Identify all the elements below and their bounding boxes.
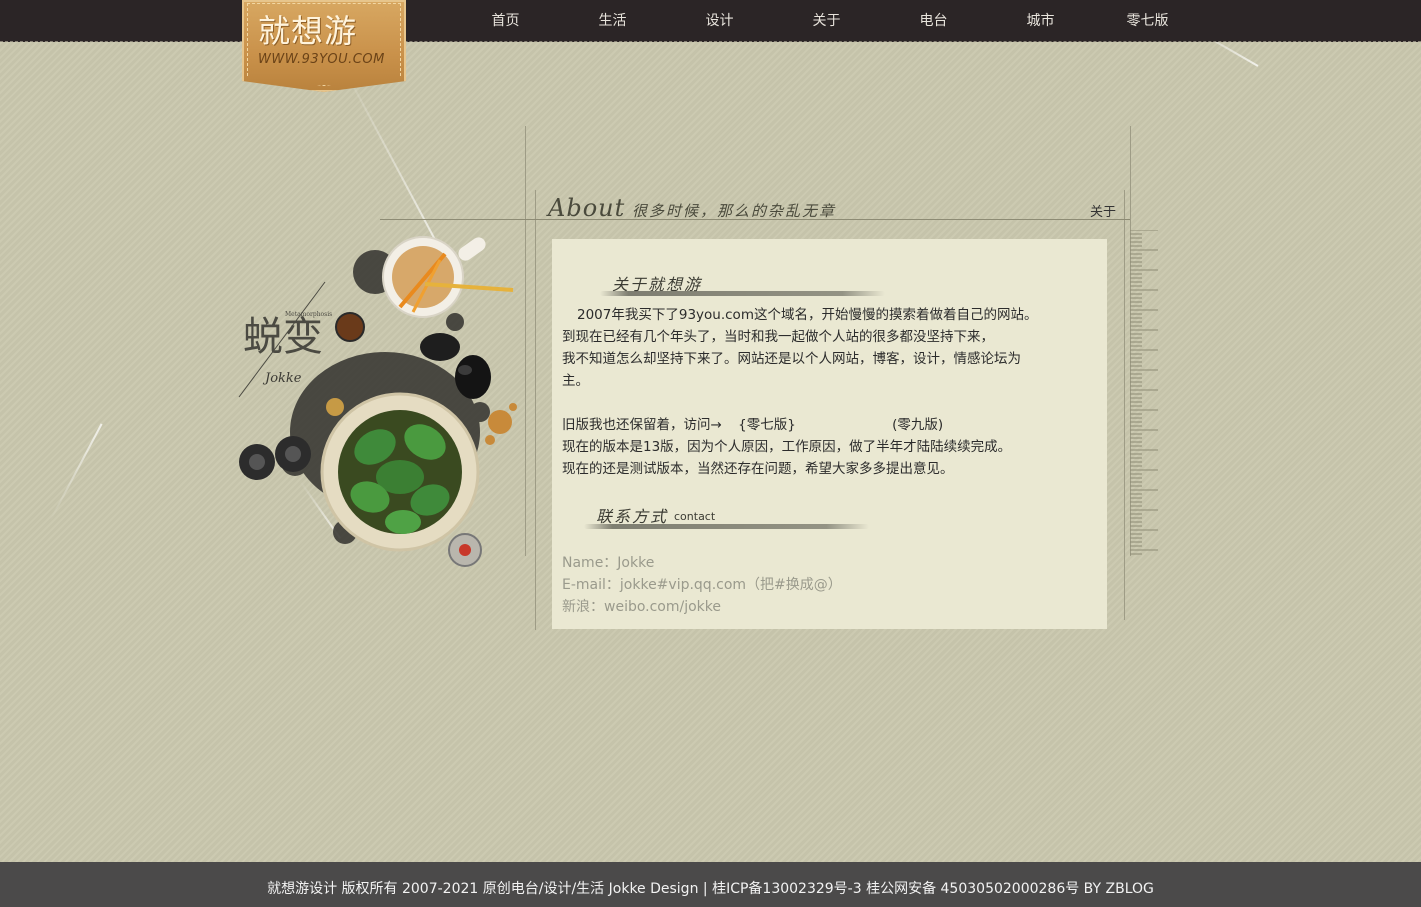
coffee-cup-icon — [382, 236, 514, 318]
about-text-line: 到现在已经有几个年头了，当时和我一起做个人站的很多都没坚持下来， — [562, 329, 994, 345]
old-version-prefix: 旧版我也还保留着，访问→ — [562, 417, 722, 433]
svg-text:蜕变: 蜕变 — [243, 314, 323, 360]
contact-email: E-mail：jokke#vip.qq.com（把#换成@） — [562, 577, 842, 593]
logo-url: WWW.93YOU.COM — [258, 52, 385, 67]
decorative-collage: 蜕变 Metamorphosis Jokke — [238, 236, 517, 567]
light-streak — [49, 423, 103, 522]
svg-text:Jokke: Jokke — [262, 371, 302, 386]
nav-item-life[interactable]: 生活 — [559, 0, 666, 42]
top-navigation-bar: 首页 生活 设计 关于 电台 城市 零七版 — [0, 0, 1421, 42]
nav-item-city[interactable]: 城市 — [987, 0, 1094, 42]
old-version-line: 旧版我也还保留着，访问→ {零七版} (零九版) — [562, 414, 943, 436]
contact-section-subtitle: contact — [674, 510, 716, 523]
svg-text:Metamorphosis: Metamorphosis — [285, 311, 332, 318]
about-text-line: 2007年我买下了93you.com这个域名，开始慢慢的摸索着做着自己的网站。 — [577, 307, 1038, 323]
about-heading-en: About — [548, 194, 626, 222]
main-nav: 首页 生活 设计 关于 电台 城市 零七版 — [452, 0, 1201, 42]
nav-item-07-version[interactable]: 零七版 — [1094, 0, 1201, 42]
contact-weibo-link[interactable]: 新浪：weibo.com/jokke — [562, 596, 721, 618]
frame-divider — [535, 190, 536, 630]
link-09-version[interactable]: (零九版) — [892, 417, 943, 433]
link-07-version[interactable]: {零七版} — [738, 417, 796, 433]
about-text-line: 现在的还是测试版本，当然还存在问题，希望大家多多提出意见。 — [562, 461, 954, 477]
orange-splatter — [485, 403, 517, 445]
about-text-line: 主。 — [562, 373, 589, 389]
footer-copyright: 就想游设计 版权所有 2007-2021 原创电台/设计/生活 Jokke De… — [267, 881, 1154, 897]
frame-divider — [525, 126, 526, 556]
nav-item-radio[interactable]: 电台 — [880, 0, 987, 42]
site-logo[interactable]: 就想游 WWW.93YOU.COM — [242, 0, 406, 92]
about-text-line: 我不知道怎么却坚持下来了。网站还是以个人网站，博客，设计，情感论坛为 — [562, 351, 1021, 367]
title-brush-stroke — [584, 524, 869, 529]
nav-item-home[interactable]: 首页 — [452, 0, 559, 42]
nav-item-about[interactable]: 关于 — [773, 0, 880, 42]
contact-name: Name：Jokke — [562, 555, 655, 571]
ruler-decoration — [1130, 230, 1158, 555]
tape-measure-icon — [448, 533, 482, 567]
site-footer: 就想游设计 版权所有 2007-2021 原创电台/设计/生活 Jokke De… — [0, 862, 1421, 907]
logo-title: 就想游 — [258, 12, 358, 50]
about-heading-tagline: 很多时候，那么的杂乱无章 — [632, 202, 837, 220]
about-corner-label[interactable]: 关于 — [1090, 201, 1116, 220]
about-panel: 关于就想游 2007年我买下了93you.com这个域名，开始慢慢的摸索着做着自… — [552, 239, 1107, 629]
frame-divider — [1124, 190, 1125, 620]
about-text-line: 现在的版本是13版，因为个人原因，工作原因，做了半年才陆陆续续完成。 — [562, 439, 1012, 455]
plant-plate-icon — [320, 392, 480, 552]
nav-item-design[interactable]: 设计 — [666, 0, 773, 42]
title-brush-stroke — [600, 291, 885, 296]
